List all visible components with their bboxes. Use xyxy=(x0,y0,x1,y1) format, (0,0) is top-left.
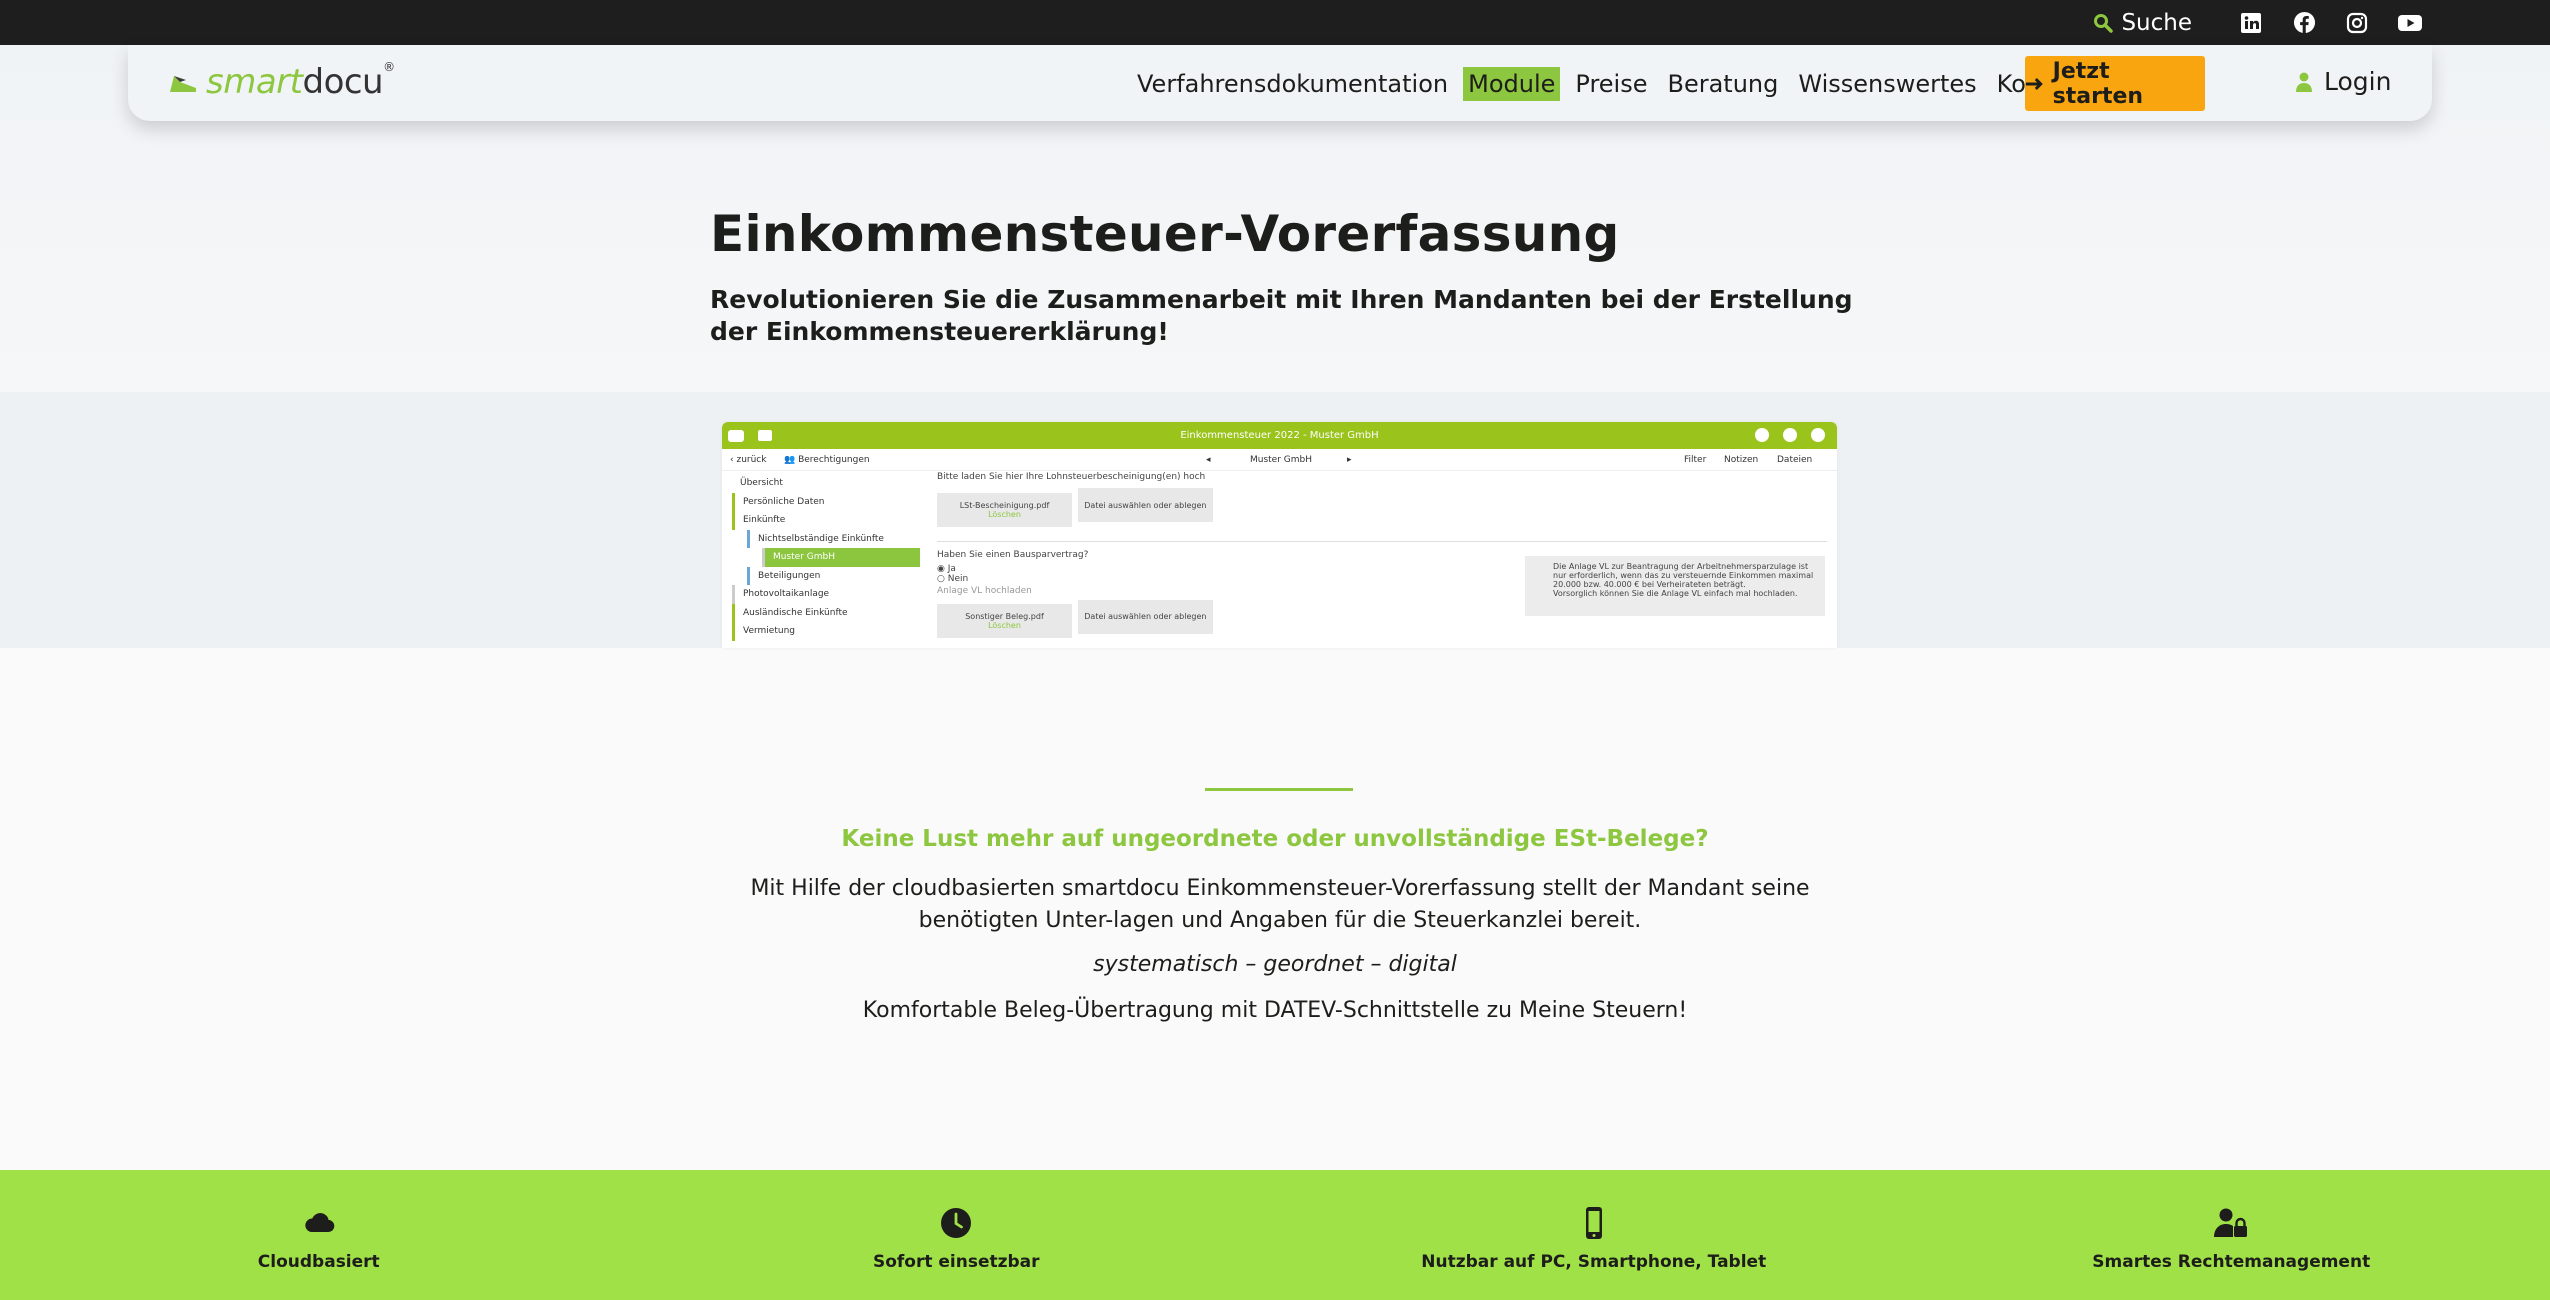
radio-no-label: Nein xyxy=(947,573,969,584)
upload-prompt: Bitte laden Sie hier Ihre Lohnsteuerbesc… xyxy=(937,472,1206,482)
logo-text-smart: smart xyxy=(206,62,303,102)
back-link[interactable]: ‹ zurück xyxy=(730,455,766,465)
top-bar: Suche xyxy=(0,0,2550,45)
permissions-label: Berechtigungen xyxy=(798,454,870,465)
info-headline: Keine Lust mehr auf ungeordnete oder unv… xyxy=(841,826,1709,852)
info-paragraph: Mit Hilfe der cloudbasierten smartdocu E… xyxy=(750,876,1810,933)
radio-yes-label: Ja xyxy=(947,563,956,574)
feature-label: Nutzbar auf PC, Smartphone, Tablet xyxy=(1421,1252,1767,1272)
sidebar-item-photovoltaik[interactable]: Photovoltaikanlage xyxy=(732,585,922,604)
login-label: Login xyxy=(2324,67,2392,96)
section-accent-line xyxy=(1205,788,1353,791)
user-lock-icon xyxy=(2214,1208,2248,1237)
clock-icon xyxy=(941,1208,972,1238)
upload-dropzone-2-label: Datei auswählen oder ablegen xyxy=(1084,612,1207,621)
app-logo-icon xyxy=(728,430,744,442)
back-label: zurück xyxy=(736,454,767,465)
page-subtitle: Revolutionieren Sie die Zusammenarbeit m… xyxy=(710,285,1853,346)
file-tile-lst[interactable]: LSt-Bescheinigung.pdf Löschen xyxy=(937,492,1072,527)
sidebar-item-einkuenfte[interactable]: Einkünfte xyxy=(732,511,922,530)
logo-icon xyxy=(170,76,196,92)
arrow-right-icon xyxy=(2025,77,2043,90)
app-titlebar: Einkommensteuer 2022 - Muster GmbH xyxy=(722,422,1837,449)
file-lst-name: LSt-Bescheinigung.pdf xyxy=(959,500,1050,510)
sidebar-item-muster-gmbh[interactable]: Muster GmbH xyxy=(762,548,920,567)
sidebar-item-beteiligungen[interactable]: Beteiligungen xyxy=(747,566,922,585)
permissions-link[interactable]: 👥 Berechtigungen xyxy=(784,455,870,465)
settings-icon xyxy=(1755,428,1769,442)
file-sonstiger-delete[interactable]: Löschen xyxy=(988,621,1021,630)
upload-dropzone-2[interactable]: Datei auswählen oder ablegen xyxy=(1077,599,1213,634)
logo-text-docu: docu xyxy=(302,62,384,102)
feature-cloudbasiert: Cloudbasiert xyxy=(0,1170,638,1300)
app-subbar: ‹ zurück 👥 Berechtigungen ◂ Muster GmbH … xyxy=(722,449,1837,471)
smartphone-icon xyxy=(1585,1207,1602,1239)
main-menu: Verfahrensdokumentation Module Preise Be… xyxy=(1132,67,2104,101)
client-select[interactable]: Muster GmbH xyxy=(1250,455,1312,465)
sidebar-item-uebersicht[interactable]: Übersicht xyxy=(732,474,922,493)
upload-row-1: LSt-Bescheinigung.pdf Löschen Datei auswä… xyxy=(937,488,1827,527)
feature-label: Cloudbasiert xyxy=(257,1252,380,1272)
filter-button[interactable]: Filter xyxy=(1684,455,1706,465)
user-icon xyxy=(2296,72,2312,92)
account-icon xyxy=(1811,428,1825,442)
facebook-icon[interactable] xyxy=(2292,11,2316,35)
smartdocu-logo[interactable]: smartdocu® xyxy=(168,61,395,102)
notes-button[interactable]: Notizen xyxy=(1724,455,1758,465)
search-label: Suche xyxy=(2121,9,2192,36)
datev-suffix: zu Meine Steuern! xyxy=(1479,998,1688,1023)
home-icon xyxy=(758,430,772,441)
nav-item-beratung[interactable]: Beratung xyxy=(1662,67,1783,101)
page-title: Einkommensteuer-Vorerfassung xyxy=(710,205,1620,263)
nav-item-verfahrensdokumentation[interactable]: Verfahrensdokumentation xyxy=(1132,67,1453,101)
sidebar-item-auslaendische[interactable]: Ausländische Einkünfte xyxy=(732,603,922,622)
feature-geraete: Nutzbar auf PC, Smartphone, Tablet xyxy=(1275,1170,1913,1300)
nav-item-wissenswertes[interactable]: Wissenswertes xyxy=(1793,67,1981,101)
linkedin-icon[interactable] xyxy=(2239,11,2263,35)
feature-rechtemanagement: Smartes Rechtemanagement xyxy=(1913,1170,2550,1300)
search-link[interactable]: Suche xyxy=(2093,10,2192,36)
info-datev-line: Komfortable Beleg-Übertragung mit DATEV-… xyxy=(0,998,2550,1023)
file-sonstiger-name: Sonstiger Beleg.pdf xyxy=(965,612,1044,621)
file-lst-delete[interactable]: Löschen xyxy=(988,510,1021,519)
section-divider xyxy=(937,540,1827,542)
login-link[interactable]: Login xyxy=(2296,67,2391,96)
jetzt-starten-label: Jetzt starten xyxy=(2052,58,2144,109)
feature-label: Sofort einsetzbar xyxy=(872,1252,1040,1272)
hint-text-2: Vorsorglich können Sie die Anlage VL ein… xyxy=(1553,589,1798,598)
sidebar-item-persoenliche-daten[interactable]: Persönliche Daten xyxy=(732,492,922,511)
search-icon xyxy=(2094,13,2114,33)
datev-prefix: Komfortable Beleg-Übertragung mit xyxy=(862,998,1264,1023)
app-window-title: Einkommensteuer 2022 - Muster GmbH xyxy=(1180,430,1379,441)
hint-text: Die Anlage VL zur Beantragung der Arbeit… xyxy=(1553,562,1814,589)
youtube-icon[interactable] xyxy=(2398,11,2422,35)
client-prev[interactable]: ◂ xyxy=(1206,455,1211,465)
instagram-icon[interactable] xyxy=(2345,11,2369,35)
cloud-icon xyxy=(305,1213,335,1233)
main-navbar: smartdocu® Verfahrensdokumentation Modul… xyxy=(128,45,2432,121)
upload-dropzone-1[interactable]: Datei auswählen oder ablegen xyxy=(1077,488,1213,522)
feature-sofort: Sofort einsetzbar xyxy=(638,1170,1276,1300)
logo-registered: ® xyxy=(383,60,395,74)
file-tile-sonstiger[interactable]: Sonstiger Beleg.pdf Löschen xyxy=(937,604,1072,638)
app-sidebar: Übersicht Persönliche Daten Einkünfte Ni… xyxy=(732,474,922,641)
info-slogan: systematisch – geordnet – digital xyxy=(1093,952,1457,977)
features-band: Cloudbasiert Sofort einsetzbar Nutzbar a… xyxy=(0,1170,2550,1300)
feature-label: Smartes Rechtemanagement xyxy=(2092,1252,2371,1272)
hint-box: Die Anlage VL zur Beantragung der Arbeit… xyxy=(1525,556,1825,616)
files-button[interactable]: Dateien xyxy=(1777,455,1812,465)
nav-item-module[interactable]: Module xyxy=(1463,67,1561,101)
app-screenshot: Einkommensteuer 2022 - Muster GmbH ‹ zur… xyxy=(722,422,1837,648)
nav-item-preise[interactable]: Preise xyxy=(1570,67,1652,101)
jetzt-starten-button[interactable]: Jetzt starten xyxy=(2025,56,2205,111)
datev-link[interactable]: DATEV-Schnittstelle xyxy=(1264,998,1480,1023)
client-next[interactable]: ▸ xyxy=(1347,455,1352,465)
sidebar-item-nichtselbstaendige[interactable]: Nichtselbständige Einkünfte xyxy=(747,529,922,548)
sidebar-item-vermietung[interactable]: Vermietung xyxy=(732,622,922,641)
upload-dropzone-1-label: Datei auswählen oder ablegen xyxy=(1084,500,1207,510)
help-icon xyxy=(1783,428,1797,442)
